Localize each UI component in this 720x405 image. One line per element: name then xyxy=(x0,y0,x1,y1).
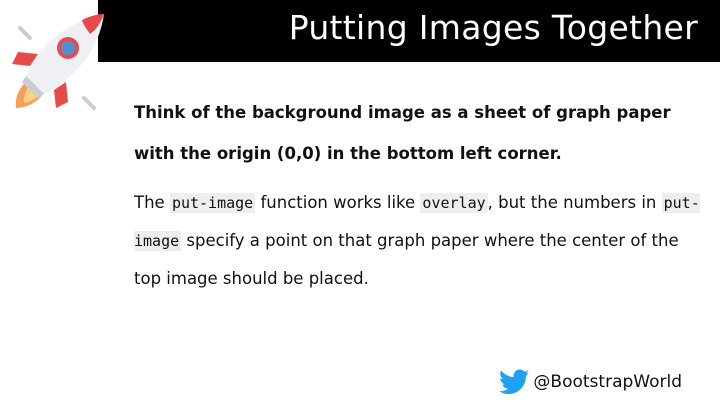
slide-title: Putting Images Together xyxy=(288,8,698,47)
text-span: specify a point on that graph paper wher… xyxy=(134,231,679,288)
footer: @BootstrapWorld xyxy=(499,369,682,395)
text-span: function works like xyxy=(255,193,421,212)
code-put-image: put-image xyxy=(169,193,256,213)
explanation-paragraph: The put-image function works like overla… xyxy=(134,184,704,297)
text-span: The xyxy=(134,193,170,212)
slide-body: Think of the background image as a sheet… xyxy=(134,92,704,297)
code-overlay: overlay xyxy=(420,193,488,213)
rocket-icon xyxy=(12,14,104,110)
text-span: , but the numbers in xyxy=(487,193,662,212)
twitter-handle[interactable]: @BootstrapWorld xyxy=(533,372,682,392)
title-bar: Putting Images Together xyxy=(98,0,720,62)
intro-paragraph: Think of the background image as a sheet… xyxy=(134,103,671,163)
twitter-bird-icon[interactable] xyxy=(499,369,530,395)
